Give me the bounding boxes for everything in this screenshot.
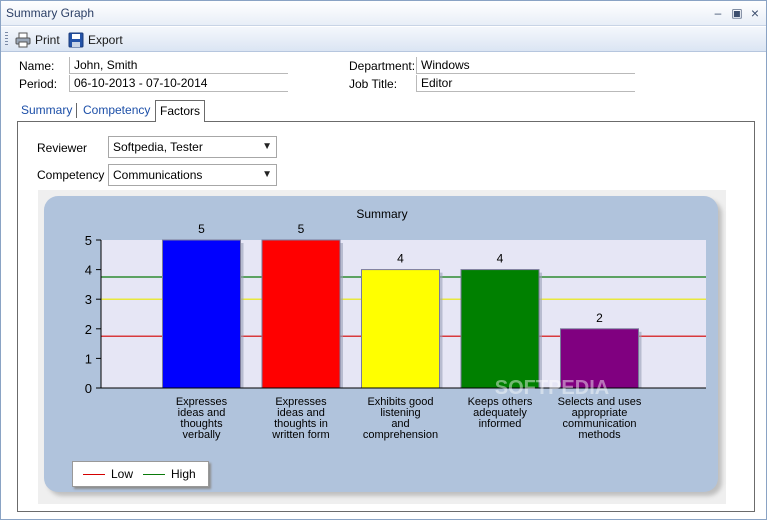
category-label: Keeps others adequately informed: [468, 396, 533, 430]
tab-competency[interactable]: Competency: [79, 100, 154, 121]
bar-value-label: 4: [497, 252, 504, 266]
toolbar-grip-icon[interactable]: [5, 32, 8, 47]
print-label: Print: [35, 32, 60, 47]
legend-label-high: High: [171, 467, 196, 481]
department-field: Windows: [416, 57, 635, 74]
legend-item-high: High: [143, 467, 196, 481]
legend-swatch-high: [143, 473, 165, 475]
department-label: Department:: [349, 59, 416, 73]
category-label: Expresses ideas and thoughts verbally: [176, 396, 228, 441]
bar-value-label: 2: [596, 311, 603, 325]
name-field: John, Smith: [69, 57, 288, 74]
export-button[interactable]: Export: [66, 30, 125, 49]
y-tick-label: 4: [85, 263, 92, 278]
title-bar: Summary Graph – ▣ ×: [1, 1, 766, 26]
save-disk-icon: [68, 32, 84, 47]
print-button[interactable]: Print: [13, 30, 62, 49]
y-tick-label: 2: [85, 322, 92, 337]
chevron-down-icon[interactable]: ▼: [262, 137, 272, 157]
chevron-down-icon[interactable]: ▼: [262, 165, 272, 185]
bar: [460, 269, 540, 389]
bar-value-label: 4: [397, 252, 404, 266]
competency-select[interactable]: Communications ▼: [108, 164, 277, 186]
reviewer-select[interactable]: Softpedia, Tester ▼: [108, 136, 277, 158]
category-label: Exhibits good listening and comprehension: [363, 396, 438, 441]
tab-summary[interactable]: Summary: [17, 100, 76, 121]
competency-label: Competency: [37, 168, 105, 182]
legend-swatch-low: [83, 473, 105, 475]
bar: [162, 239, 241, 389]
summary-graph-window: Summary Graph – ▣ × Print Export Name: J…: [0, 0, 767, 520]
name-label: Name:: [19, 59, 55, 73]
y-tick-label: 3: [85, 292, 92, 307]
y-tick-label: 1: [85, 351, 92, 366]
bar-value-label: 5: [298, 222, 305, 236]
period-label: Period:: [19, 77, 58, 91]
softpedia-watermark: SOFTPEDIA: [495, 377, 609, 399]
category-label-line: comprehension: [363, 429, 438, 441]
export-label: Export: [88, 32, 123, 47]
legend-item-low: Low: [83, 467, 133, 481]
category-label-line: written form: [271, 429, 329, 441]
bar-value-label: 5: [198, 222, 205, 236]
reviewer-value: Softpedia, Tester: [113, 140, 203, 154]
category-label-line: methods: [578, 429, 621, 441]
category-label: Expresses ideas and thoughts in written for…: [271, 396, 329, 441]
competency-value: Communications: [113, 168, 203, 182]
category-label-line: verbally: [183, 429, 221, 441]
bar-chart: Summary 5 Expresses ideas and thoughts verbal…: [85, 207, 706, 441]
printer-icon: [15, 32, 31, 47]
window-title: Summary Graph: [6, 6, 95, 20]
chart-title: Summary: [356, 207, 407, 221]
factors-panel: Reviewer Softpedia, Tester ▼ Competency …: [17, 121, 755, 512]
y-tick-label: 5: [85, 233, 92, 248]
legend-label-low: Low: [111, 467, 134, 481]
tab-separator: [76, 103, 77, 118]
reviewer-label: Reviewer: [37, 141, 88, 155]
chart-area: Summary 5 Expresses ideas and thoughts verbal…: [38, 190, 726, 504]
chart-legend: Low High: [72, 461, 209, 487]
job-title-label: Job Title:: [349, 77, 398, 91]
period-field: 06-10-2013 - 07-10-2014: [69, 75, 288, 92]
job-title-field: Editor: [416, 75, 635, 92]
category-label: Selects and uses appropriate communication…: [558, 396, 642, 441]
minimize-button[interactable]: –: [709, 5, 727, 21]
maximize-button[interactable]: ▣: [728, 5, 746, 21]
toolbar: Print Export: [1, 27, 766, 52]
bar: [361, 269, 440, 389]
category-label-line: informed: [479, 418, 522, 430]
bar: [261, 239, 341, 389]
y-tick-label: 0: [85, 381, 92, 396]
tab-factors[interactable]: Factors: [155, 100, 206, 122]
chart-background: Summary 5 Expresses ideas and thoughts verbal…: [44, 196, 718, 492]
close-button[interactable]: ×: [746, 5, 764, 21]
